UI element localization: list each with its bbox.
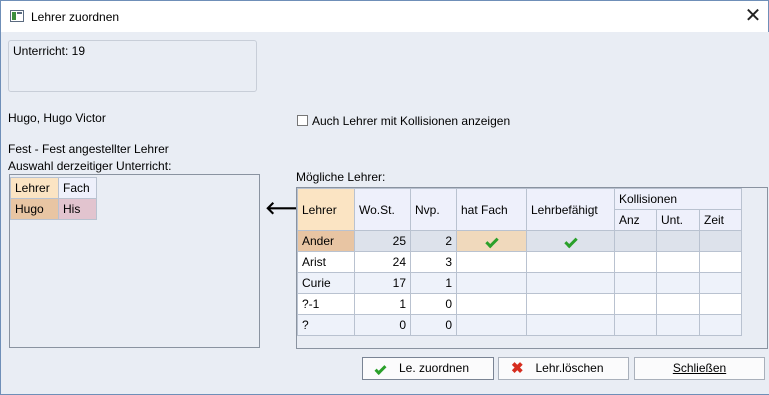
current-header-lehrer: Lehrer — [10, 177, 59, 199]
assign-teacher-button[interactable]: Le. zuordnen — [362, 357, 494, 380]
cell-name: ?-1 — [297, 293, 355, 315]
cell-lehrbefaehigt — [526, 251, 615, 273]
close-button-label: Schließen — [672, 361, 727, 375]
teacher-type: Fest - Fest angestellter Lehrer — [8, 142, 169, 156]
collision-checkbox-label[interactable]: Auch Lehrer mit Kollisionen anzeigen — [312, 114, 510, 128]
col-header-unt[interactable]: Unt. — [656, 209, 700, 231]
col-header-hat-fach[interactable]: hat Fach — [456, 188, 527, 231]
cell-unt — [656, 314, 700, 336]
current-cell-lehrer[interactable]: Hugo — [10, 198, 59, 220]
cell-wost: 24 — [354, 251, 411, 273]
cell-nvp: 3 — [410, 251, 457, 273]
dialog-window: Lehrer zuordnen ✕ Unterricht: 19 Hugo, H… — [0, 0, 769, 395]
cell-hat-fach — [456, 272, 527, 294]
possible-teachers-label: Mögliche Lehrer: — [296, 170, 386, 184]
col-header-anz[interactable]: Anz — [614, 209, 657, 231]
cell-lehrbefaehigt — [526, 230, 615, 252]
current-cell-fach[interactable]: His — [58, 198, 97, 220]
cell-zeit — [699, 314, 742, 336]
cell-lehrbefaehigt — [526, 272, 615, 294]
check-icon — [374, 358, 387, 379]
possible-teachers-table: Lehrer Wo.St. Nvp. hat Fach Lehrbefähigt… — [297, 188, 742, 336]
cell-hat-fach — [456, 314, 527, 336]
unterricht-label: Unterricht: 19 — [13, 44, 86, 58]
possible-teachers-panel: Lehrer Wo.St. Nvp. hat Fach Lehrbefähigt… — [296, 187, 768, 349]
col-header-wost[interactable]: Wo.St. — [354, 188, 411, 231]
window-title: Lehrer zuordnen — [31, 10, 120, 24]
table-row[interactable]: Curie 17 1 — [297, 272, 742, 294]
cell-wost: 25 — [354, 230, 411, 252]
cell-wost: 1 — [354, 293, 411, 315]
cell-nvp: 1 — [410, 272, 457, 294]
unterricht-info-box: Unterricht: 19 — [8, 40, 257, 92]
x-icon: ✖ — [511, 360, 524, 377]
teacher-name: Hugo, Hugo Victor — [8, 111, 106, 125]
cell-unt — [656, 293, 700, 315]
cell-anz — [614, 314, 657, 336]
table-row[interactable]: Ander 25 2 — [297, 230, 742, 252]
table-row[interactable]: Arist 24 3 — [297, 251, 742, 273]
cell-hat-fach — [456, 230, 527, 252]
cell-wost: 17 — [354, 272, 411, 294]
selection-label: Auswahl derzeitiger Unterricht: — [8, 159, 172, 173]
close-button[interactable]: Schließen — [634, 357, 765, 380]
cell-hat-fach — [456, 293, 527, 315]
cell-lehrbefaehigt — [526, 293, 615, 315]
current-header-fach: Fach — [58, 177, 97, 199]
cell-anz — [614, 230, 657, 252]
cell-unt — [656, 251, 700, 273]
cell-unt — [656, 230, 700, 252]
cell-nvp: 0 — [410, 314, 457, 336]
cell-zeit — [699, 230, 742, 252]
cell-unt — [656, 272, 700, 294]
window-app-icon — [10, 10, 24, 22]
cell-hat-fach — [456, 251, 527, 273]
cell-name: Curie — [297, 272, 355, 294]
delete-button-label: Lehr.löschen — [535, 361, 604, 375]
table-row[interactable]: ? 0 0 — [297, 314, 742, 336]
collision-checkbox[interactable] — [297, 115, 308, 126]
col-header-lehrer[interactable]: Lehrer — [297, 188, 355, 231]
cell-wost: 0 — [354, 314, 411, 336]
cell-zeit — [699, 251, 742, 273]
check-icon — [563, 234, 578, 249]
current-assignment-table: Lehrer Fach Hugo His — [10, 177, 97, 220]
assign-button-label: Le. zuordnen — [398, 361, 470, 375]
cell-name: ? — [297, 314, 355, 336]
cell-zeit — [699, 293, 742, 315]
dialog-content: Unterricht: 19 Hugo, Hugo Victor Fest - … — [2, 32, 769, 394]
cell-anz — [614, 293, 657, 315]
table-row[interactable]: ?-1 1 0 — [297, 293, 742, 315]
col-header-lehrbefaehigt[interactable]: Lehrbefähigt — [526, 188, 615, 231]
delete-teacher-button[interactable]: ✖ Lehr.löschen — [498, 357, 629, 380]
cell-lehrbefaehigt — [526, 314, 615, 336]
col-header-zeit[interactable]: Zeit — [699, 209, 742, 231]
cell-nvp: 2 — [410, 230, 457, 252]
col-header-nvp[interactable]: Nvp. — [410, 188, 457, 231]
cell-name: Arist — [297, 251, 355, 273]
close-icon[interactable]: ✕ — [739, 3, 767, 29]
current-assignment-panel: Lehrer Fach Hugo His — [9, 174, 260, 348]
title-bar: Lehrer zuordnen ✕ — [1, 1, 768, 32]
cell-anz — [614, 272, 657, 294]
cell-name: Ander — [297, 230, 355, 252]
cell-zeit — [699, 272, 742, 294]
cell-anz — [614, 251, 657, 273]
check-icon — [484, 234, 499, 249]
cell-nvp: 0 — [410, 293, 457, 315]
col-header-kollisionen: Kollisionen — [614, 188, 742, 210]
